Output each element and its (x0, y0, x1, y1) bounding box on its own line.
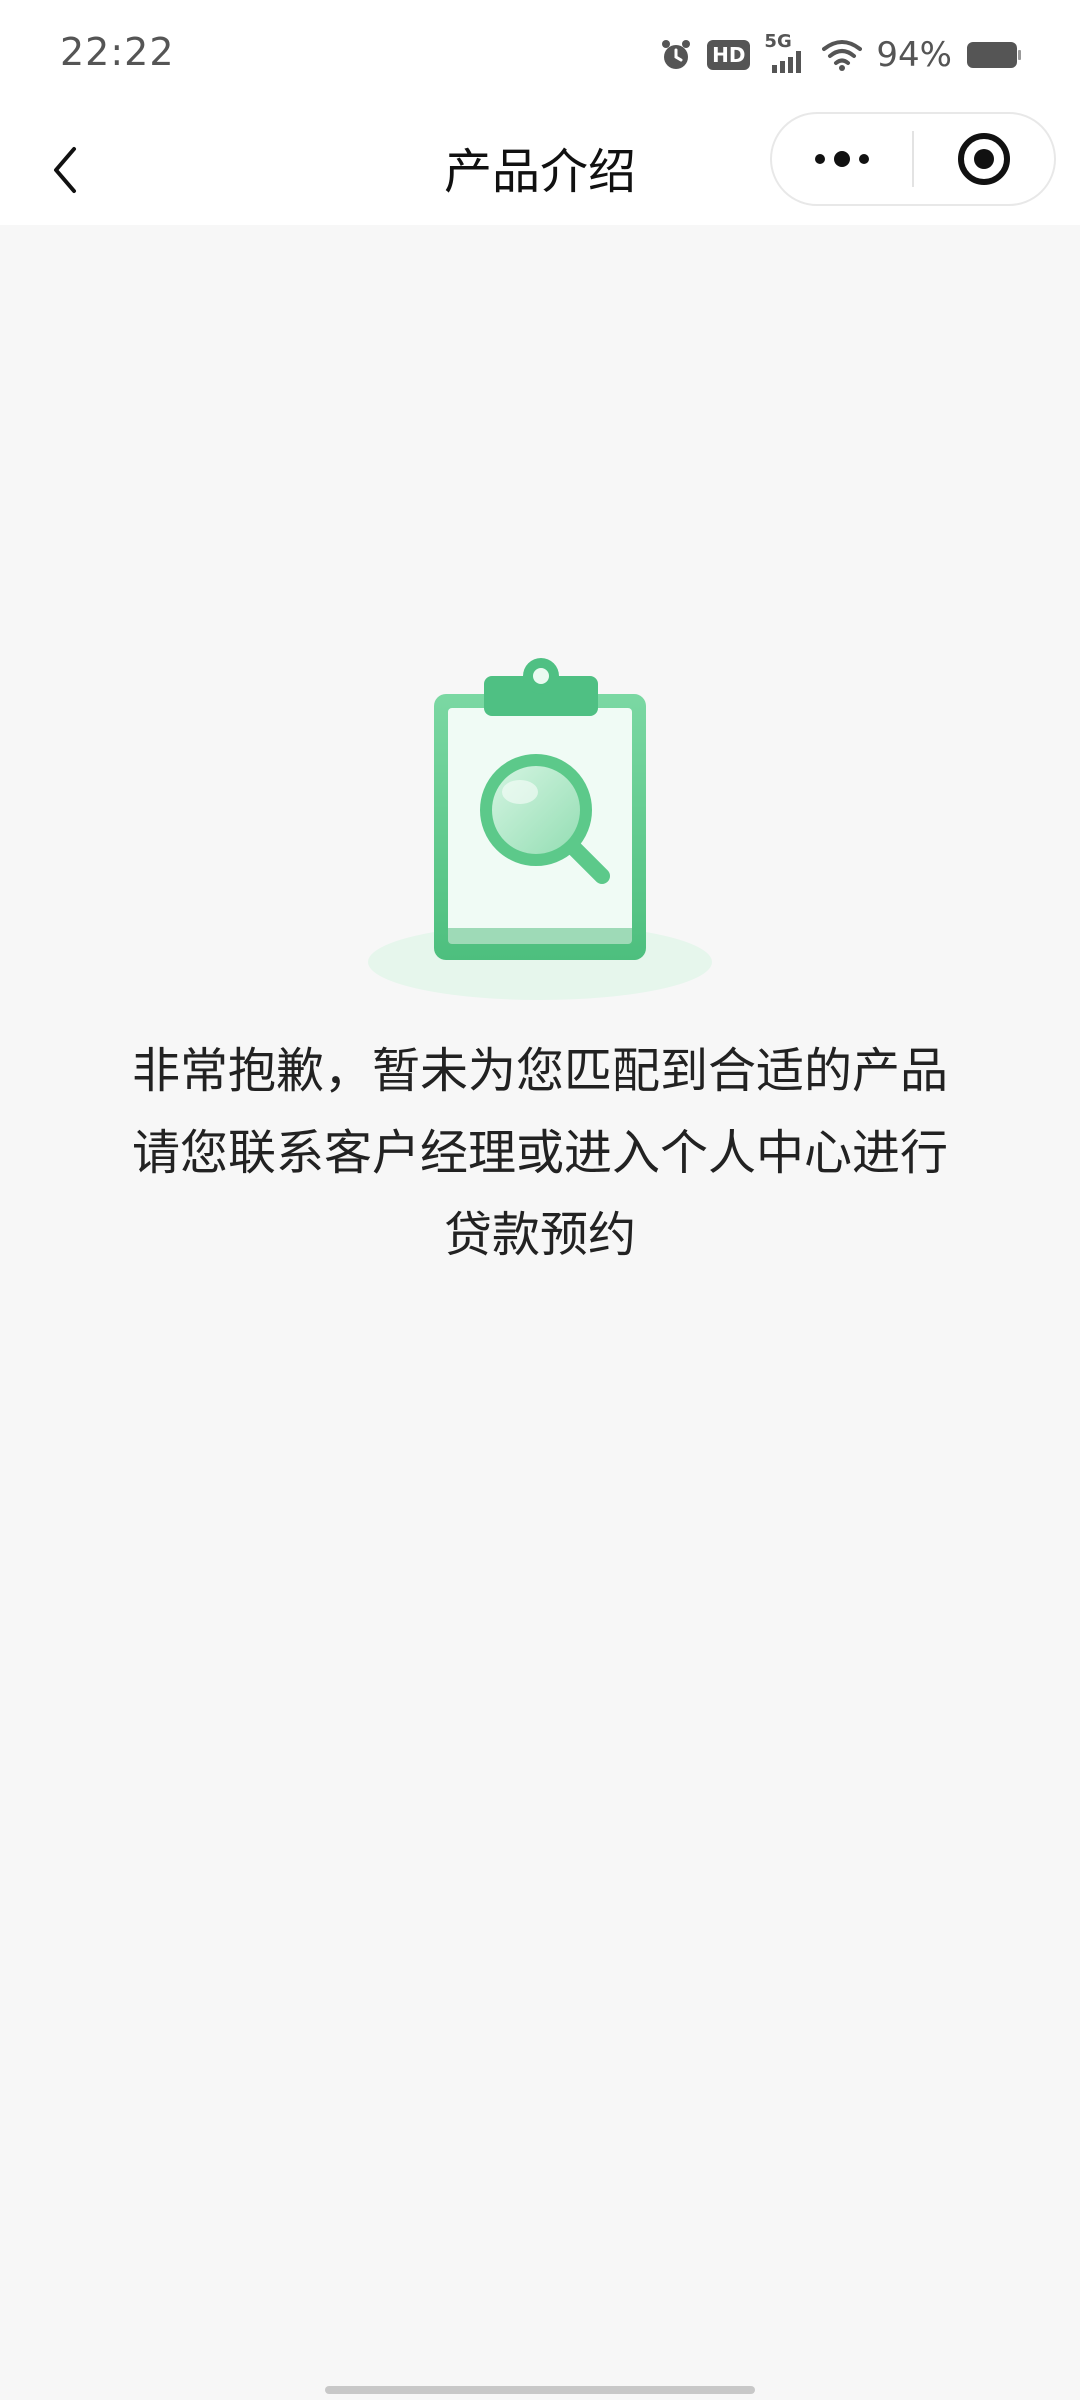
message-line: 贷款预约 (443, 1207, 636, 1263)
home-indicator[interactable] (325, 2386, 755, 2394)
record-target-icon (957, 133, 1010, 185)
alarm-icon (662, 40, 691, 69)
message-line: 非常抱歉，暂未为您匹配到合适的产品 (131, 1043, 948, 1099)
status-bar: 22:22 HD 5G 94% (0, 0, 1080, 110)
signal-5g-icon: 5G (764, 31, 808, 75)
clipboard-search-icon (368, 658, 712, 1000)
message-line: 请您联系客户经理或进入个人中心进行 (131, 1125, 948, 1181)
battery-icon (967, 42, 1021, 68)
empty-state-message: 非常抱歉，暂未为您匹配到合适的产品 请您联系客户经理或进入个人中心进行 贷款预约 (60, 1030, 1020, 1276)
mini-program-capsule (770, 112, 1056, 206)
hd-icon: HD (707, 40, 751, 70)
nav-bar: 产品介绍 (0, 110, 1080, 225)
battery-percent: 94% (876, 35, 952, 75)
status-time: 22:22 (60, 30, 175, 74)
status-icons: HD 5G 94% (659, 30, 1022, 80)
more-dots-icon (815, 151, 869, 167)
close-button[interactable] (914, 114, 1054, 204)
wifi-icon (822, 40, 863, 71)
more-button[interactable] (772, 114, 912, 204)
